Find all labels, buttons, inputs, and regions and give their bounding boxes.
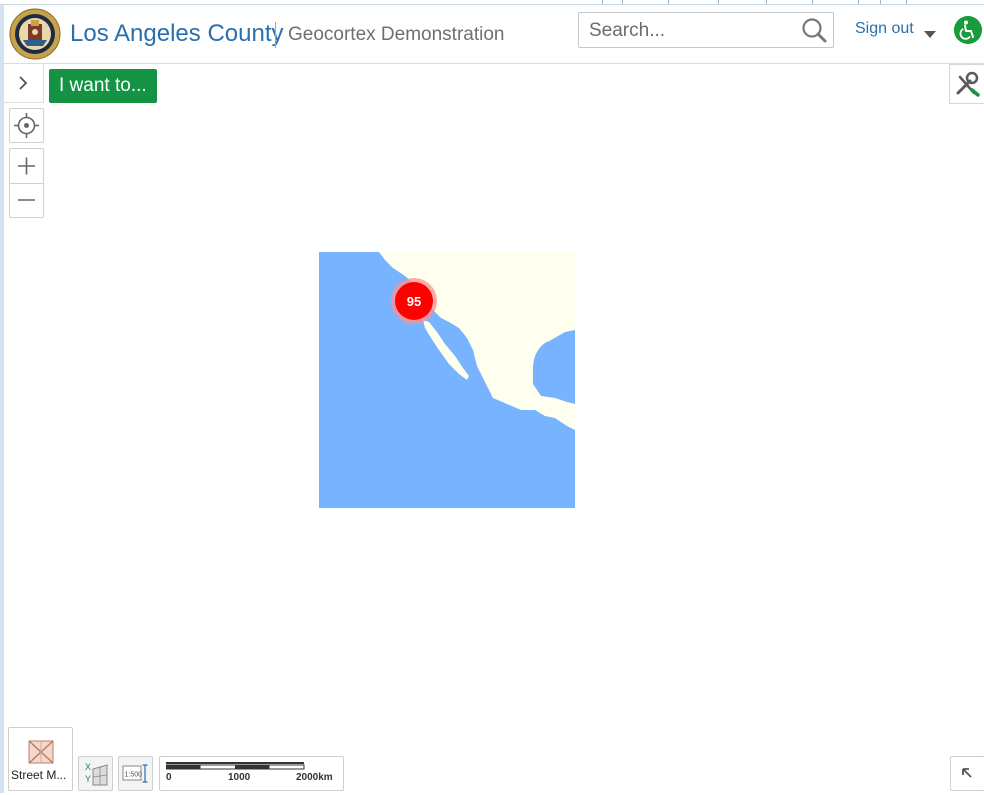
sign-out-link[interactable]: Sign out (855, 20, 914, 38)
search-box (578, 12, 834, 48)
scale-label-0: 0 (166, 772, 172, 783)
scale-label-2000km: 2000km (296, 772, 333, 783)
chevron-right-icon (19, 76, 28, 90)
search-icon[interactable] (801, 17, 827, 43)
overview-map-button[interactable] (950, 756, 984, 791)
scale-bar: 0 1000 2000km (159, 756, 344, 791)
scale-ratio-button[interactable]: 1:500 (118, 756, 153, 791)
top-tick (602, 0, 603, 4)
user-menu-chevron-down-icon[interactable] (924, 31, 936, 38)
top-tick (906, 0, 907, 4)
map-view[interactable]: 95 (319, 252, 575, 508)
svg-text:Y: Y (85, 774, 91, 784)
scale-ratio-text: 1:500 (125, 772, 143, 779)
scale-ratio-icon: 1:500 (122, 764, 148, 783)
tools-icon (956, 71, 980, 97)
top-tick (622, 0, 623, 4)
basemap-label: Street M... (11, 768, 67, 782)
top-tick (812, 0, 813, 4)
top-tick (766, 0, 767, 4)
locate-me-button[interactable] (9, 108, 44, 143)
title-separator (275, 22, 276, 48)
left-edge-strip (0, 0, 4, 793)
panel-toggle-button[interactable] (4, 64, 44, 103)
top-tick (858, 0, 859, 4)
zoom-in-icon[interactable] (10, 149, 43, 183)
zoom-controls (9, 148, 44, 218)
gulf-of-mexico (533, 340, 575, 396)
top-tick (880, 0, 881, 4)
cluster-count: 95 (407, 294, 421, 309)
top-tick (718, 0, 719, 4)
basemap-switcher-button[interactable]: Street M... (8, 727, 73, 791)
scale-label-1000: 1000 (228, 772, 251, 783)
i-want-to-button[interactable]: I want to... (49, 69, 157, 103)
zoom-out-icon[interactable] (10, 184, 43, 217)
crosshair-icon (14, 113, 39, 138)
xy-coordinates-icon: X Y (85, 762, 108, 786)
accessibility-icon[interactable] (954, 16, 982, 44)
tools-button[interactable] (949, 64, 984, 104)
county-seal-icon (9, 8, 61, 60)
app-subtitle: Geocortex Demonstration (288, 24, 505, 45)
expand-arrow-icon (962, 768, 972, 778)
svg-text:X: X (85, 762, 91, 772)
scale-bar-graphic (166, 762, 305, 770)
top-tick (668, 0, 669, 4)
basemap-icon (28, 740, 54, 764)
app-title[interactable]: Los Angeles County (70, 20, 283, 48)
coordinates-button[interactable]: X Y (78, 756, 113, 791)
app-header: Los Angeles County Geocortex Demonstrati… (4, 5, 984, 64)
search-input[interactable] (587, 17, 791, 45)
